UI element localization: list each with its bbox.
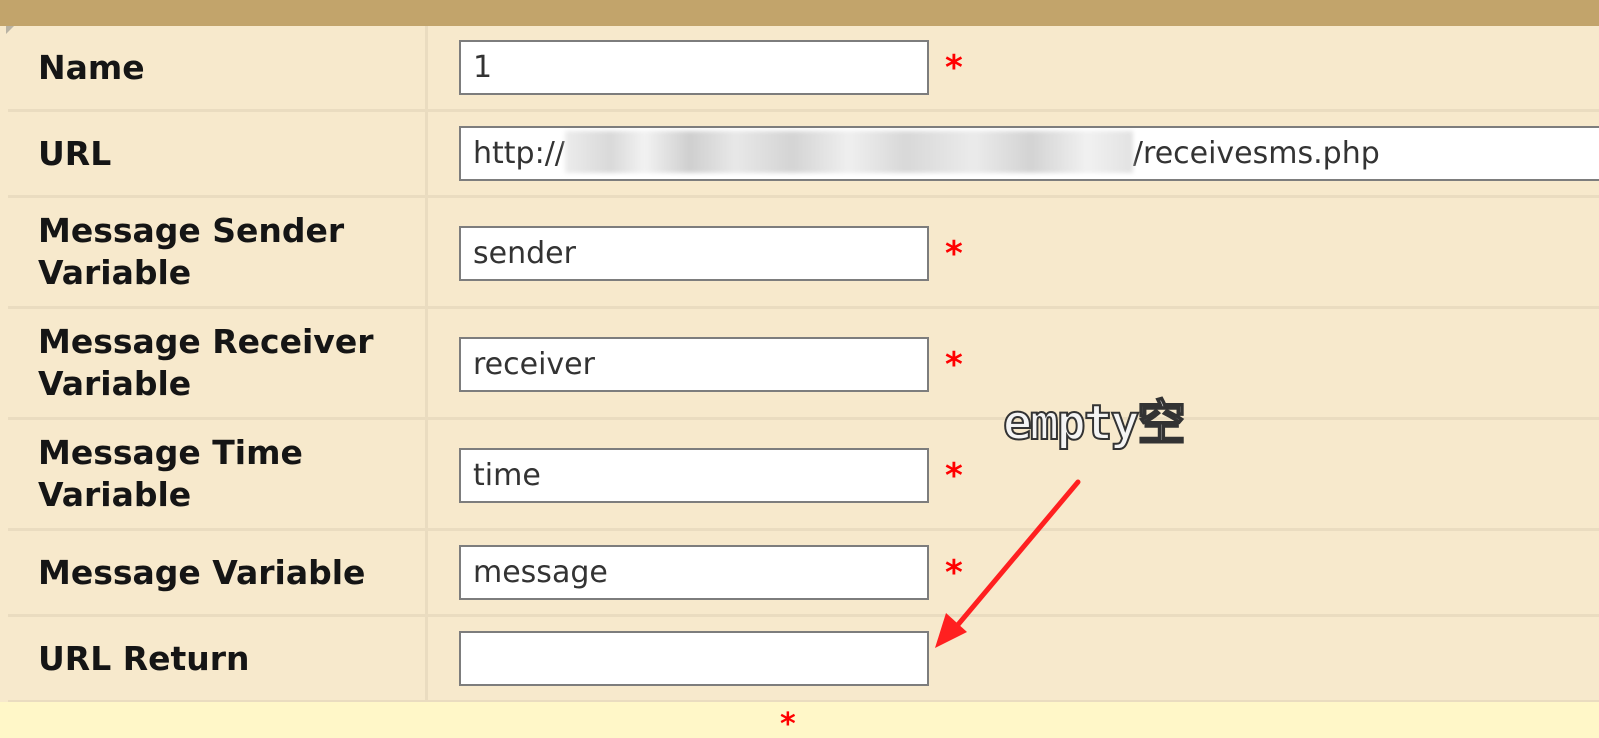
- url-input[interactable]: http:// /receivesms.php: [459, 126, 1599, 181]
- row-url-return: URL Return: [8, 617, 1599, 703]
- required-marker: *: [945, 456, 963, 496]
- form-window: Name 1 * URL http:// /receivesms.php Mess…: [0, 0, 1599, 738]
- value-cell: http:// /receivesms.php: [428, 112, 1599, 195]
- required-marker: *: [945, 234, 963, 274]
- sender-variable-input[interactable]: sender: [459, 226, 929, 281]
- time-variable-label: Message Time Variable: [38, 433, 303, 514]
- message-variable-label: Message Variable: [38, 552, 366, 592]
- row-url: URL http:// /receivesms.php: [8, 112, 1599, 198]
- row-message-variable: Message Variable message *: [8, 531, 1599, 617]
- url-prefix: http://: [473, 136, 565, 171]
- form-footer-strip: [0, 702, 1599, 738]
- url-return-input[interactable]: [459, 631, 929, 686]
- value-cell: 1 *: [428, 26, 1599, 109]
- sender-variable-label: Message Sender Variable: [38, 211, 345, 292]
- label-cell: Message Variable: [8, 531, 428, 614]
- label-cell: Message Time Variable: [8, 420, 428, 528]
- name-input[interactable]: 1: [459, 40, 929, 95]
- name-label: Name: [38, 47, 145, 87]
- label-cell: Message Sender Variable: [8, 198, 428, 306]
- row-receiver-variable: Message Receiver Variable receiver *: [8, 309, 1599, 420]
- row-name: Name 1 *: [8, 26, 1599, 112]
- value-cell: message *: [428, 531, 1599, 614]
- annotation-label: empty空: [1002, 394, 1186, 452]
- time-variable-input[interactable]: time: [459, 448, 929, 503]
- row-time-variable: Message Time Variable time *: [8, 420, 1599, 531]
- required-marker: *: [945, 553, 963, 593]
- header-bar: [0, 0, 1599, 26]
- url-label: URL: [38, 133, 112, 173]
- value-cell: sender *: [428, 198, 1599, 306]
- label-cell: URL Return: [8, 617, 428, 700]
- value-cell: [428, 617, 1599, 700]
- settings-form: Name 1 * URL http:// /receivesms.php Mess…: [8, 26, 1599, 703]
- row-sender-variable: Message Sender Variable sender *: [8, 198, 1599, 309]
- url-suffix: /receivesms.php: [1132, 136, 1380, 171]
- url-return-label: URL Return: [38, 638, 250, 678]
- redacted-url-segment: [564, 130, 1133, 173]
- required-marker: *: [945, 48, 963, 88]
- required-marker: *: [945, 345, 963, 385]
- label-cell: Name: [8, 26, 428, 109]
- label-cell: Message Receiver Variable: [8, 309, 428, 417]
- message-variable-input[interactable]: message: [459, 545, 929, 600]
- required-marker: *: [780, 707, 796, 738]
- receiver-variable-label: Message Receiver Variable: [38, 322, 374, 403]
- label-cell: URL: [8, 112, 428, 195]
- receiver-variable-input[interactable]: receiver: [459, 337, 929, 392]
